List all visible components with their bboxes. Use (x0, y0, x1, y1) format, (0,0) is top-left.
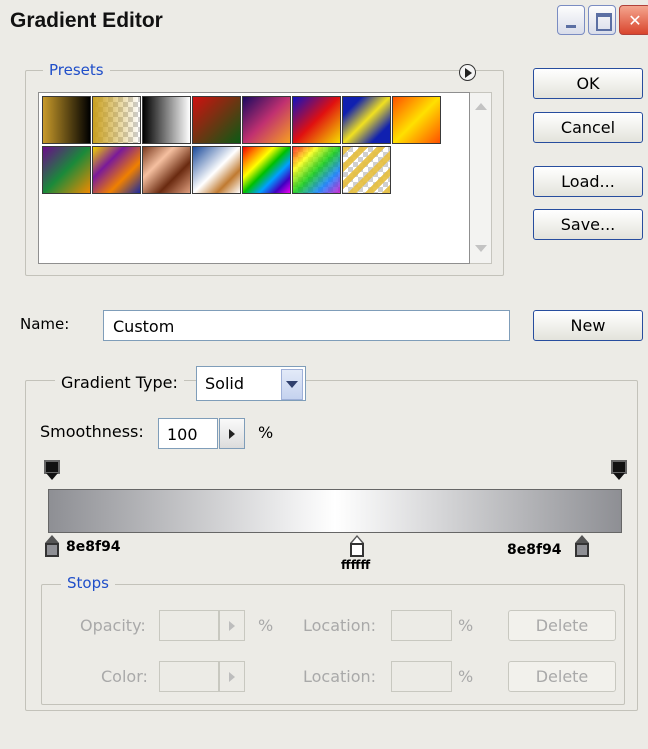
new-button[interactable]: New (533, 310, 643, 341)
color-location-label: Location: (303, 667, 377, 686)
preset-swatch-transparent-stripes[interactable] (342, 146, 391, 194)
save-button[interactable]: Save... (533, 209, 643, 240)
gradient-type-value: Solid (205, 374, 244, 393)
preset-swatch-violet-orange[interactable] (242, 96, 291, 144)
preset-swatch-copper[interactable] (142, 146, 191, 194)
color-menu-button[interactable] (219, 661, 245, 692)
presets-legend: Presets (43, 61, 110, 79)
color-label: Color: (101, 667, 148, 686)
load-button[interactable]: Load... (533, 166, 643, 197)
opacity-input[interactable] (159, 610, 219, 641)
preset-swatch-spectrum[interactable] (242, 146, 291, 194)
preset-swatch-violet-green-orange[interactable] (42, 146, 91, 194)
color-stop-left[interactable] (44, 535, 60, 559)
name-label: Name: (20, 315, 70, 333)
delete-opacity-stop-button[interactable]: Delete (508, 610, 616, 641)
color-location-input[interactable] (391, 661, 452, 692)
opacity-location-unit: % (458, 616, 474, 635)
color-stop-middle[interactable] (349, 535, 365, 559)
close-icon: ✕ (628, 10, 642, 30)
preset-swatch-orange-yellow-orange[interactable] (392, 96, 441, 144)
cancel-button[interactable]: Cancel (533, 112, 643, 143)
stops-legend: Stops (61, 574, 115, 592)
opacity-stop-right[interactable] (611, 460, 627, 482)
scroll-down-icon[interactable] (475, 245, 487, 252)
preset-swatch-blue-red-yellow[interactable] (292, 96, 341, 144)
preset-swatch-transparent-rainbow[interactable] (292, 146, 341, 194)
gradient-preview-bar[interactable] (48, 489, 622, 533)
window-title: Gradient Editor (10, 9, 163, 32)
maximize-button[interactable] (588, 5, 616, 35)
opacity-step-button[interactable] (219, 610, 245, 641)
gradient-type-select[interactable]: Solid (196, 366, 306, 401)
circle-arrow-right-icon[interactable] (459, 64, 476, 81)
preset-swatch-foreground-to-background[interactable] (42, 96, 91, 144)
chevron-down-icon (286, 381, 298, 388)
close-button[interactable]: ✕ (619, 5, 648, 35)
arrow-right-icon (229, 429, 235, 439)
preset-swatch-red-green[interactable] (192, 96, 241, 144)
smoothness-slider-button[interactable] (219, 418, 245, 449)
arrow-right-icon (229, 672, 235, 682)
name-input[interactable]: Custom (103, 310, 510, 341)
color-stop-right[interactable] (574, 535, 590, 559)
preset-swatch-foreground-to-transparent[interactable] (92, 96, 141, 144)
preset-swatch-yellow-violet-orange-blue[interactable] (92, 146, 141, 194)
preset-scrollbar[interactable] (470, 92, 492, 264)
smoothness-label: Smoothness: (40, 422, 144, 441)
minimize-icon (566, 25, 576, 28)
color-location-unit: % (458, 667, 474, 686)
arrow-right-icon (229, 621, 235, 631)
opacity-label: Opacity: (80, 616, 146, 635)
ok-button[interactable]: OK (533, 68, 643, 99)
opacity-location-input[interactable] (391, 610, 452, 641)
smoothness-input[interactable]: 100 (158, 418, 218, 449)
color-stop-middle-label: ffffff (341, 558, 371, 572)
preset-swatch-blue-yellow-blue[interactable] (342, 96, 391, 144)
minimize-button[interactable] (557, 5, 585, 35)
opacity-unit: % (258, 616, 274, 635)
preset-swatch-black-white[interactable] (142, 96, 191, 144)
opacity-location-label: Location: (303, 616, 377, 635)
color-stop-left-label: 8e8f94 (66, 539, 121, 555)
smoothness-unit: % (258, 423, 274, 442)
opacity-stop-left[interactable] (44, 460, 60, 482)
color-stop-right-label: 8e8f94 (507, 542, 562, 558)
dropdown-button[interactable] (281, 369, 303, 400)
gradient-type-label: Gradient Type: (55, 373, 184, 392)
maximize-icon (596, 13, 612, 31)
preset-swatch-chrome[interactable] (192, 146, 241, 194)
scroll-up-icon[interactable] (475, 103, 487, 110)
delete-color-stop-button[interactable]: Delete (508, 661, 616, 692)
color-swatch-field[interactable] (159, 661, 219, 692)
